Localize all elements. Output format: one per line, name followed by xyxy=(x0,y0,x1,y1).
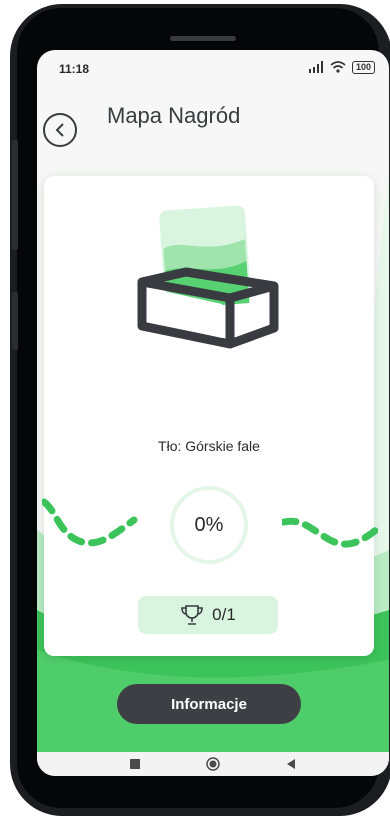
back-button[interactable] xyxy=(43,113,77,147)
progress-value: 0% xyxy=(194,513,224,536)
chevron-left-icon xyxy=(55,123,64,137)
earpiece xyxy=(170,36,236,41)
info-button-label: Informacje xyxy=(171,695,247,713)
app-screen: 11:18 100 Mapa Nagród Tło: Górskie fale … xyxy=(37,50,389,776)
triangle-back-icon[interactable] xyxy=(285,758,297,770)
status-bar: 11:18 100 xyxy=(37,50,389,84)
info-button[interactable]: Informacje xyxy=(117,684,301,724)
path-dots-left xyxy=(42,498,138,547)
screenshot: 11:18 100 Mapa Nagród Tło: Górskie fale … xyxy=(0,0,390,816)
reward-name: Tło: Górskie fale xyxy=(158,438,260,454)
page-title: Mapa Nagród xyxy=(107,103,241,128)
circle-icon[interactable] xyxy=(206,757,220,771)
volume-button xyxy=(12,140,18,250)
wifi-icon xyxy=(330,61,346,73)
trophy-counter: 0/1 xyxy=(138,596,278,634)
trophy-count: 0/1 xyxy=(212,605,236,624)
system-nav-bar xyxy=(37,752,389,776)
reward-card: Tło: Górskie fale 0% 0/1 xyxy=(42,176,378,656)
power-button xyxy=(12,292,18,350)
reward-box-illustration xyxy=(137,206,279,349)
square-icon[interactable] xyxy=(129,758,141,770)
battery-indicator: 100 xyxy=(351,60,375,74)
path-dots-right xyxy=(282,517,378,548)
status-icons: 100 xyxy=(308,60,375,74)
signal-icon xyxy=(308,61,323,73)
status-time: 11:18 xyxy=(59,62,90,76)
progress-ring: 0% xyxy=(170,486,248,564)
trophy-icon xyxy=(181,605,203,625)
